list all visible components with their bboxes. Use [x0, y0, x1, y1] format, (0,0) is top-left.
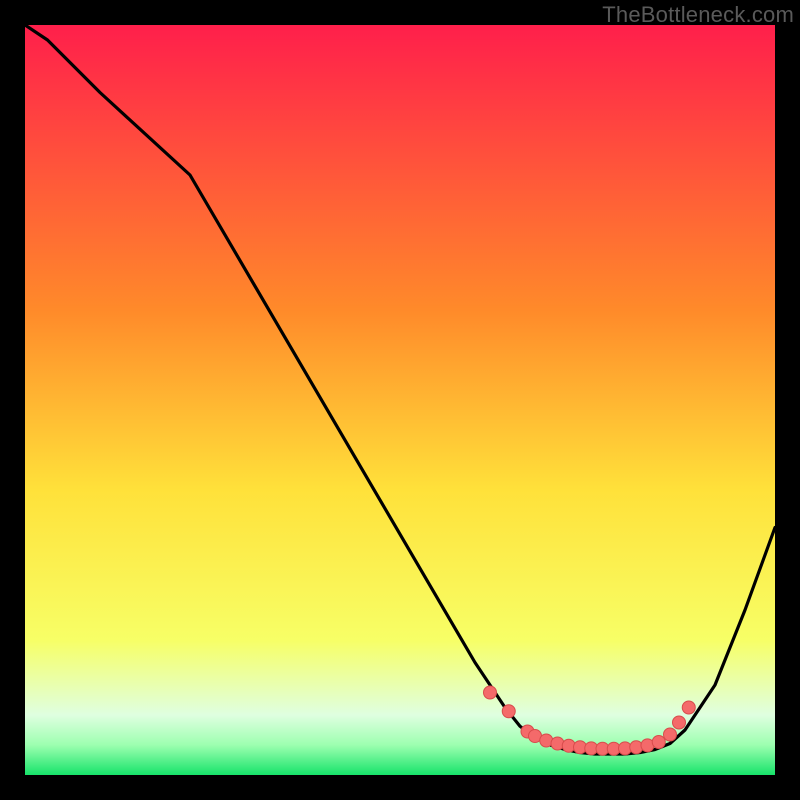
marker-point [502, 705, 515, 718]
watermark-text: TheBottleneck.com [602, 2, 794, 28]
marker-point [484, 686, 497, 699]
marker-point [652, 736, 665, 749]
gradient-background [25, 25, 775, 775]
marker-point [551, 737, 564, 750]
marker-point [682, 701, 695, 714]
marker-point [673, 716, 686, 729]
bottleneck-chart [25, 25, 775, 775]
chart-frame [25, 25, 775, 775]
marker-point [664, 728, 677, 741]
